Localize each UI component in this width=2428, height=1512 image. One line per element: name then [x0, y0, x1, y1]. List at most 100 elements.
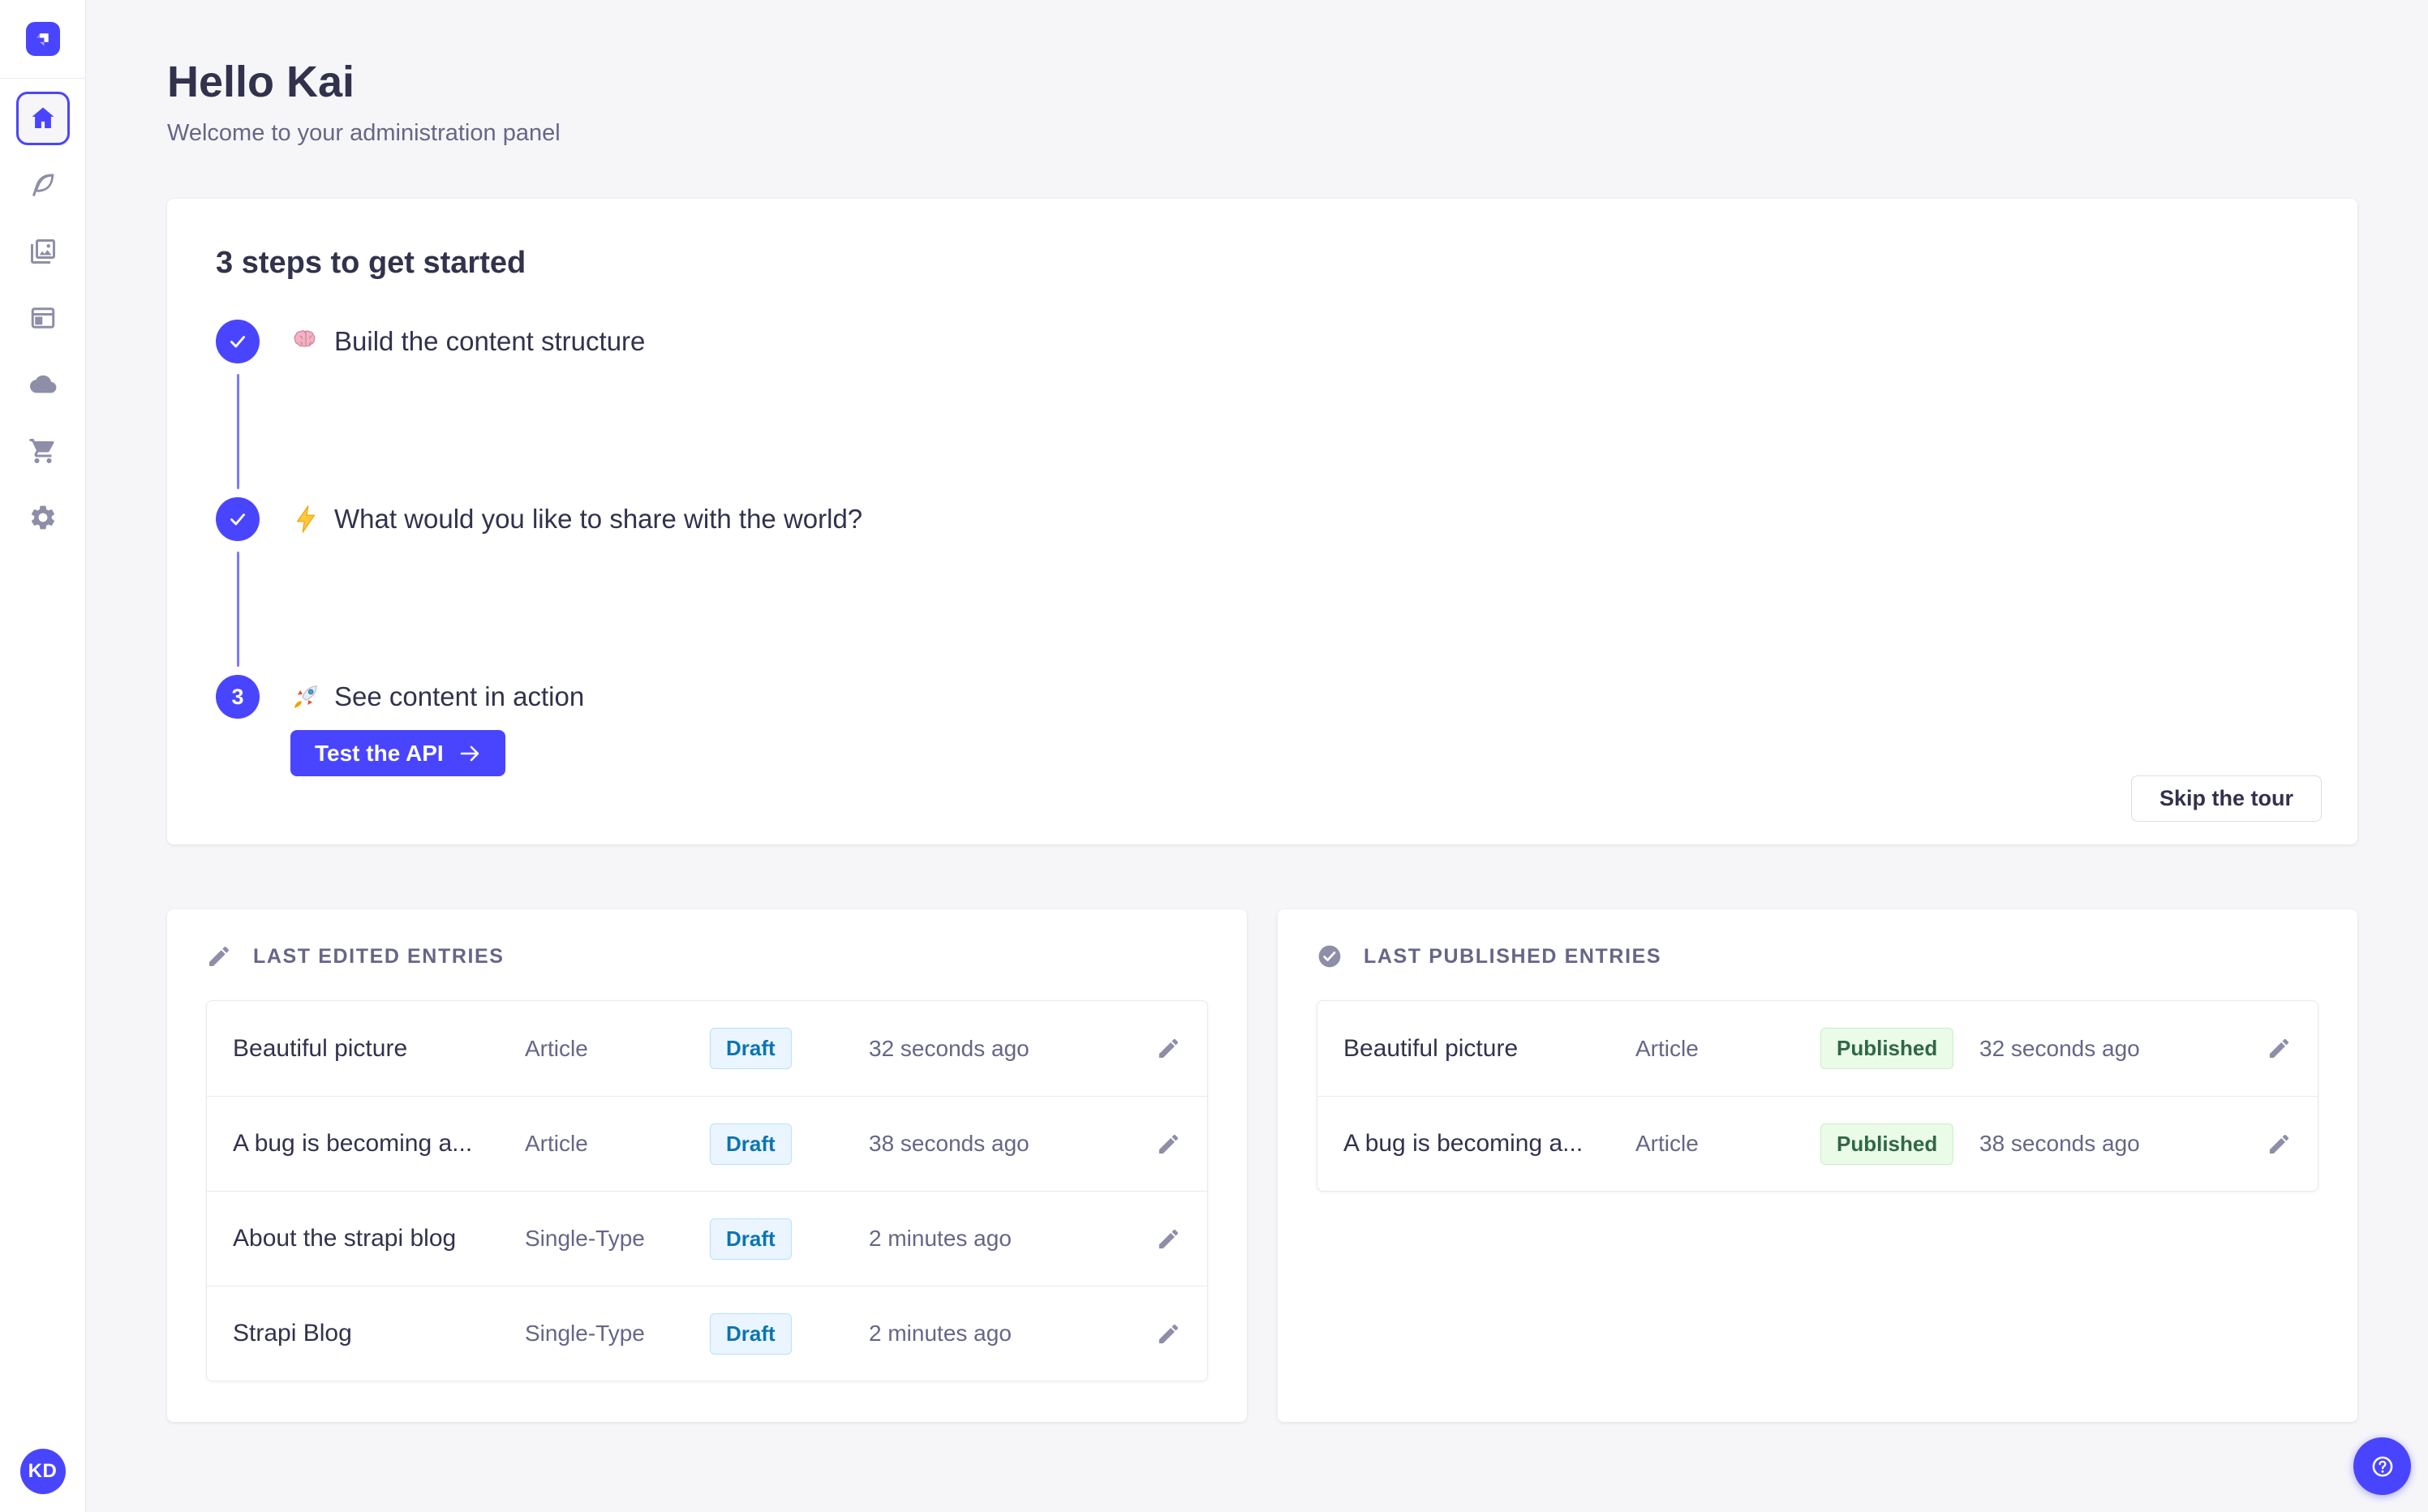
sidebar: KD: [0, 0, 86, 1512]
check-icon: [230, 336, 245, 348]
edit-entry-button[interactable]: [1156, 1321, 1181, 1347]
last-edited-table: Beautiful picture Article Draft 32 secon…: [206, 1000, 1208, 1381]
step-1-content: Build the content structure: [290, 320, 2309, 497]
step-1-label: Build the content structure: [290, 320, 2309, 363]
status-badge: Draft: [710, 1123, 792, 1165]
entry-time: 2 minutes ago: [869, 1226, 1012, 1251]
edit-entry-button[interactable]: [2267, 1036, 2292, 1061]
last-published-title: LAST PUBLISHED ENTRIES: [1364, 944, 1662, 968]
brain-emoji-icon: [294, 330, 316, 347]
step-3-number: 3: [231, 684, 244, 709]
pencil-icon: [2269, 1134, 2289, 1153]
step-connector: [236, 552, 239, 667]
settings-gear-icon: [31, 505, 54, 530]
step-2-text: What would you like to share with the wo…: [334, 504, 863, 534]
main-content: Hello Kai Welcome to your administration…: [86, 0, 2428, 1512]
step-connector: [236, 374, 239, 489]
sidebar-nav: [15, 92, 70, 544]
marketplace-cart-icon: [29, 439, 54, 463]
onboarding-step-3: 3 See content in action Test the API: [216, 675, 2309, 776]
table-row[interactable]: A bug is becoming a... Article Published…: [1317, 1096, 2318, 1191]
table-row[interactable]: About the strapi blog Single-Type Draft …: [207, 1191, 1207, 1286]
status-badge: Published: [1820, 1028, 1954, 1069]
strapi-logo-icon: [36, 33, 49, 46]
step-3-number-indicator: 3: [216, 675, 260, 719]
entry-time: 38 seconds ago: [869, 1131, 1029, 1156]
step-1-rail: [216, 320, 260, 497]
status-badge: Draft: [710, 1218, 792, 1260]
check-circle-icon: [1318, 945, 1341, 968]
check-icon: [230, 513, 245, 526]
question-mark-icon: [2372, 1456, 2392, 1476]
entry-name: About the strapi blog: [233, 1225, 457, 1252]
sidebar-item-content-type-builder[interactable]: [16, 158, 70, 212]
lightning-emoji-icon: [296, 505, 316, 533]
entry-kind: Article: [1635, 1035, 1699, 1061]
last-published-table: Beautiful picture Article Published 32 s…: [1317, 1000, 2318, 1192]
sidebar-item-deploy[interactable]: [16, 358, 70, 411]
entry-time: 32 seconds ago: [1979, 1035, 2140, 1061]
edit-entry-button[interactable]: [1156, 1226, 1181, 1252]
feather-icon: [32, 174, 54, 197]
test-api-label: Test the API: [315, 740, 444, 766]
cloud-icon: [29, 375, 56, 393]
pencil-icon: [2269, 1038, 2289, 1059]
entry-name: A bug is becoming a...: [1343, 1130, 1584, 1157]
sidebar-item-marketplace[interactable]: [16, 424, 70, 478]
step-1-done-indicator: [216, 320, 260, 363]
status-badge: Draft: [710, 1312, 792, 1355]
strapi-logo[interactable]: [25, 22, 60, 56]
entry-kind: Single-Type: [525, 1321, 645, 1346]
edit-entry-button[interactable]: [1156, 1036, 1181, 1061]
content-manager-icon: [31, 307, 54, 329]
step-3-label: See content in action: [290, 675, 2309, 719]
edit-entry-button[interactable]: [2267, 1132, 2292, 1157]
pencil-icon: [1158, 1324, 1179, 1343]
home-icon: [32, 107, 54, 128]
page-subtitle: Welcome to your administration panel: [167, 120, 561, 146]
table-row[interactable]: Beautiful picture Article Draft 32 secon…: [207, 1001, 1207, 1096]
arrow-right-icon: [460, 745, 479, 761]
table-row[interactable]: Beautiful picture Article Published 32 s…: [1317, 1001, 2318, 1096]
table-row[interactable]: Strapi Blog Single-Type Draft 2 minutes …: [207, 1286, 1207, 1381]
status-badge: Draft: [710, 1028, 792, 1069]
step-2-content: What would you like to share with the wo…: [290, 497, 2309, 675]
onboarding-step-2: What would you like to share with the wo…: [216, 497, 2309, 675]
entry-time: 32 seconds ago: [869, 1035, 1029, 1061]
entry-kind: Article: [525, 1131, 588, 1156]
status-badge: Published: [1820, 1123, 1954, 1165]
widgets-row: LAST EDITED ENTRIES Beautiful picture Ar…: [167, 909, 2357, 1422]
help-button[interactable]: [2353, 1437, 2411, 1495]
entry-name: Beautiful picture: [1343, 1034, 1519, 1062]
sidebar-item-content-manager[interactable]: [16, 291, 70, 345]
sidebar-item-media-library[interactable]: [16, 225, 70, 278]
step-2-done-indicator: [216, 497, 260, 541]
table-row[interactable]: A bug is becoming a... Article Draft 38 …: [207, 1096, 1207, 1191]
test-api-button[interactable]: Test the API: [290, 730, 505, 776]
user-avatar[interactable]: KD: [19, 1449, 66, 1494]
last-edited-widget: LAST EDITED ENTRIES Beautiful picture Ar…: [167, 909, 1247, 1422]
step-2-rail: [216, 497, 260, 675]
sidebar-item-home[interactable]: [15, 92, 70, 145]
step-3-content: See content in action Test the API: [290, 675, 2309, 776]
logo-container: [0, 0, 85, 79]
last-edited-title: LAST EDITED ENTRIES: [253, 944, 505, 968]
entry-kind: Article: [525, 1035, 588, 1061]
media-library-icon: [30, 239, 55, 264]
step-2-label: What would you like to share with the wo…: [290, 497, 2309, 541]
entry-name: A bug is becoming a...: [233, 1130, 473, 1157]
last-published-header: LAST PUBLISHED ENTRIES: [1317, 943, 2318, 969]
onboarding-card: 3 steps to get started Build the content…: [167, 199, 2357, 844]
skip-tour-button[interactable]: Skip the tour: [2130, 775, 2322, 822]
pencil-icon: [1158, 1229, 1179, 1248]
onboarding-step-1: Build the content structure: [216, 320, 2309, 497]
page-title: Hello Kai: [167, 58, 355, 106]
pencil-icon: [209, 946, 230, 966]
sidebar-item-settings[interactable]: [16, 491, 70, 544]
entry-kind: Article: [1635, 1131, 1699, 1156]
edit-entry-button[interactable]: [1156, 1132, 1181, 1157]
last-published-widget: LAST PUBLISHED ENTRIES Beautiful picture…: [1278, 909, 2357, 1422]
entry-time: 2 minutes ago: [869, 1321, 1012, 1346]
last-edited-header: LAST EDITED ENTRIES: [206, 943, 1208, 969]
entry-name: Strapi Blog: [233, 1320, 352, 1347]
